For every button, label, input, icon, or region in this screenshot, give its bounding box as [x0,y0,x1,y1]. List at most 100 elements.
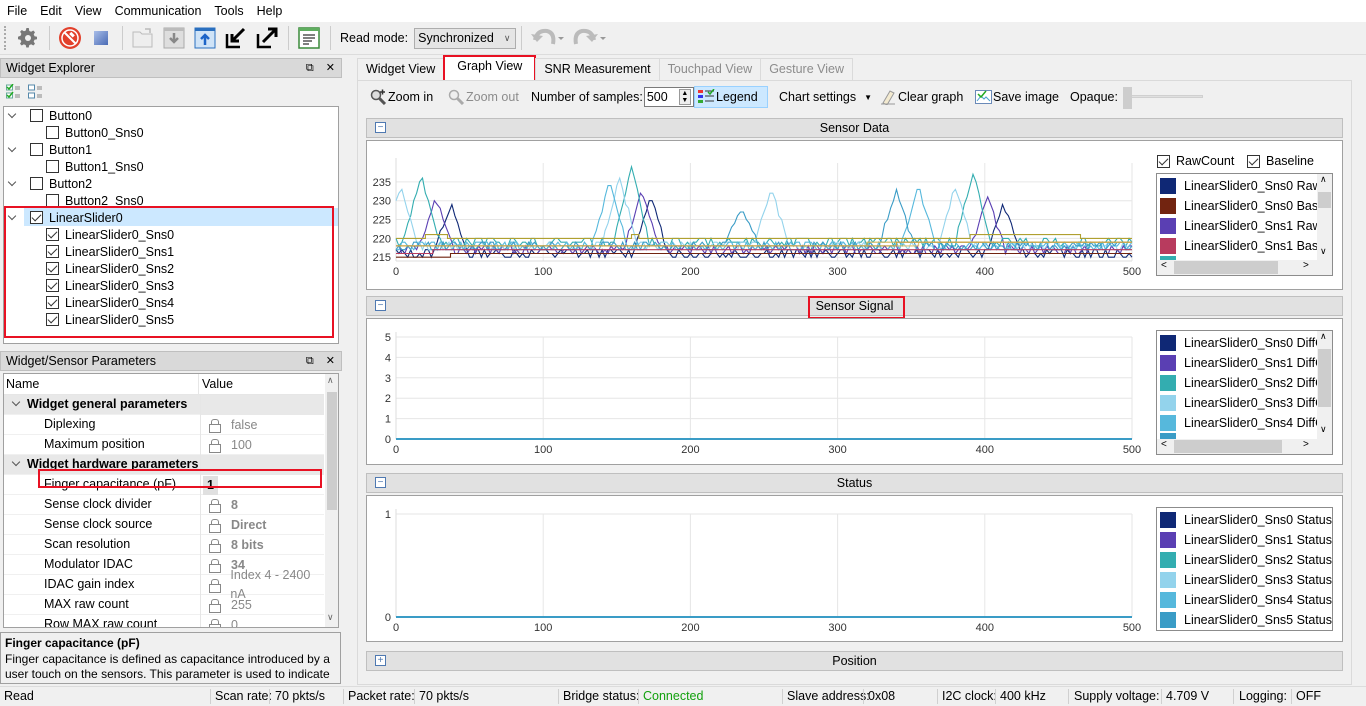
checkbox[interactable] [30,109,43,122]
tab-touchpad-view[interactable]: Touchpad View [658,58,762,80]
sensor-data-chart[interactable]: 0 100 200 300 400 500 215 220 225 230 235 [367,141,1147,289]
checkbox-checked[interactable] [46,245,59,258]
tree-item-button1[interactable]: Button1 [8,141,92,158]
position-header[interactable]: + Position [366,651,1343,671]
log-button[interactable] [294,24,324,52]
params-scrollbar[interactable]: ∧ ∨ [325,374,338,627]
param-row[interactable]: IDAC gain index Index 4 - 2400 nA [4,568,324,601]
chevron-down-icon[interactable] [12,399,22,409]
legend-item[interactable]: LinearSlider0_Sns1 DiffCount [1160,353,1332,373]
scrollbar-thumb[interactable] [327,392,337,510]
menu-file[interactable]: File [0,0,33,22]
scrollbar-thumb[interactable] [1318,349,1331,407]
checkbox[interactable] [30,177,43,190]
tree-item-linearslider0[interactable]: LinearSlider0 [8,209,123,226]
tree-item-button2[interactable]: Button2 [8,175,92,192]
scroll-down-icon[interactable]: ∨ [1320,246,1327,257]
undo-button[interactable] [527,24,567,52]
status-header[interactable]: − Status [366,473,1343,493]
collapse-icon[interactable]: − [375,300,386,311]
legend-item[interactable]: LinearSlider0_Sns1 Baseline [1160,236,1332,256]
menu-help[interactable]: Help [250,0,289,22]
checkbox-checked[interactable] [46,313,59,326]
disconnect-button[interactable] [55,24,85,52]
tree-item-button0-sns0[interactable]: Button0_Sns0 [46,124,144,141]
chevron-down-icon[interactable] [8,213,18,223]
chevron-down-icon[interactable] [8,111,18,121]
float-panel-icon[interactable]: ⧉ [306,352,314,370]
opaque-slider[interactable] [1122,87,1203,109]
menu-edit[interactable]: Edit [33,0,68,22]
collapse-icon[interactable]: − [375,122,386,133]
checkbox[interactable] [46,194,59,207]
legend-item[interactable]: LinearSlider0_Sns4 Status [1160,590,1332,610]
read-from-device-button[interactable] [159,24,189,52]
scrollbar-thumb[interactable] [1318,192,1331,208]
redo-button[interactable] [568,24,608,52]
expand-icon[interactable]: + [375,655,386,666]
scroll-right-icon[interactable]: > [1303,260,1309,271]
collapse-icon[interactable]: − [375,477,386,488]
toolbar-grip[interactable] [4,26,7,50]
param-group-row[interactable]: Widget general parameters [4,395,324,415]
param-value[interactable]: 1 [203,475,218,495]
legend-item[interactable]: LinearSlider0_Sns2 DiffCount [1160,373,1332,393]
checkbox-checked[interactable] [46,296,59,309]
tab-snr-measurement[interactable]: SNR Measurement [535,58,660,80]
chevron-down-icon[interactable] [8,145,18,155]
checkbox-checked[interactable] [46,262,59,275]
rawcount-toggle[interactable]: RawCount [1157,154,1234,168]
legend-item[interactable]: LinearSlider0_Sns5 Status [1160,610,1332,630]
tree-item-linearslider0-sns0[interactable]: LinearSlider0_Sns0 [46,226,174,243]
scroll-down-icon[interactable]: ∨ [327,612,334,623]
legend-hscrollbar[interactable]: < > [1157,260,1332,275]
sensor-data-header[interactable]: − Sensor Data [366,118,1343,138]
param-row[interactable]: Scan resolution 8 bits [4,535,324,555]
legend-item[interactable]: LinearSlider0_Sns4 DiffCount [1160,413,1332,433]
checkbox-checked[interactable] [30,211,43,224]
stop-button[interactable] [86,24,116,52]
tree-item-button1-sns0[interactable]: Button1_Sns0 [46,158,144,175]
tab-graph-view[interactable]: Graph View [443,55,537,80]
read-mode-select[interactable]: Synchronized ∨ [414,27,517,49]
open-button[interactable] [128,24,158,52]
tree-item-linearslider0-sns2[interactable]: LinearSlider0_Sns2 [46,260,174,277]
param-row[interactable]: MAX raw count 255 [4,595,324,615]
menu-view[interactable]: View [68,0,108,22]
spin-arrows-icon[interactable]: ▲ ▼ [678,89,691,105]
menu-communication[interactable]: Communication [108,0,208,22]
export-button[interactable] [252,24,282,52]
checkbox-checked[interactable] [46,228,59,241]
check-all-button[interactable] [6,83,22,103]
legend-item[interactable]: LinearSlider0_Sns0 RawCount [1160,176,1332,196]
tree-item-linearslider0-sns4[interactable]: LinearSlider0_Sns4 [46,294,174,311]
tree-item-linearslider0-sns3[interactable]: LinearSlider0_Sns3 [46,277,174,294]
legend-item[interactable]: LinearSlider0_Sns1 Status [1160,530,1332,550]
legend-item[interactable]: LinearSlider0_Sns3 Status [1160,570,1332,590]
legend-item[interactable]: LinearSlider0_Sns0 Status [1160,510,1332,530]
scroll-up-icon[interactable]: ∧ [1320,174,1327,185]
write-to-device-button[interactable] [190,24,220,52]
tab-gesture-view[interactable]: Gesture View [760,58,854,80]
tab-widget-view[interactable]: Widget View [357,58,445,80]
status-chart[interactable]: 0 100 200 300 400 500 0 1 [367,496,1147,641]
param-row[interactable]: Diplexing false [4,415,324,435]
param-group-row[interactable]: Widget hardware parameters [4,455,324,475]
tree-item-button0[interactable]: Button0 [8,107,92,124]
checkbox[interactable] [30,143,43,156]
checkbox[interactable] [46,126,59,139]
menu-tools[interactable]: Tools [207,0,249,22]
chevron-down-icon[interactable] [12,459,22,469]
param-row[interactable]: Maximum position 100 [4,435,324,455]
uncheck-all-button[interactable] [28,84,44,103]
tree-item-linearslider0-sns5[interactable]: LinearSlider0_Sns5 [46,311,174,328]
sensor-signal-chart[interactable]: 0 100 200 300 400 500 0 1 2 3 4 5 [367,319,1147,464]
samples-value[interactable]: 500 [647,90,668,104]
zoom-out-button[interactable]: Zoom out [448,86,519,108]
scroll-up-icon[interactable]: ∧ [327,375,334,386]
sensor-signal-header[interactable]: − Sensor Signal [366,296,1343,316]
legend-item[interactable]: LinearSlider0_Sns1 RawCount [1160,216,1332,236]
slider-thumb[interactable] [1122,87,1132,109]
scroll-right-icon[interactable]: > [1303,439,1309,450]
tree-item-button2-sns0[interactable]: Button2_Sns0 [46,192,144,209]
